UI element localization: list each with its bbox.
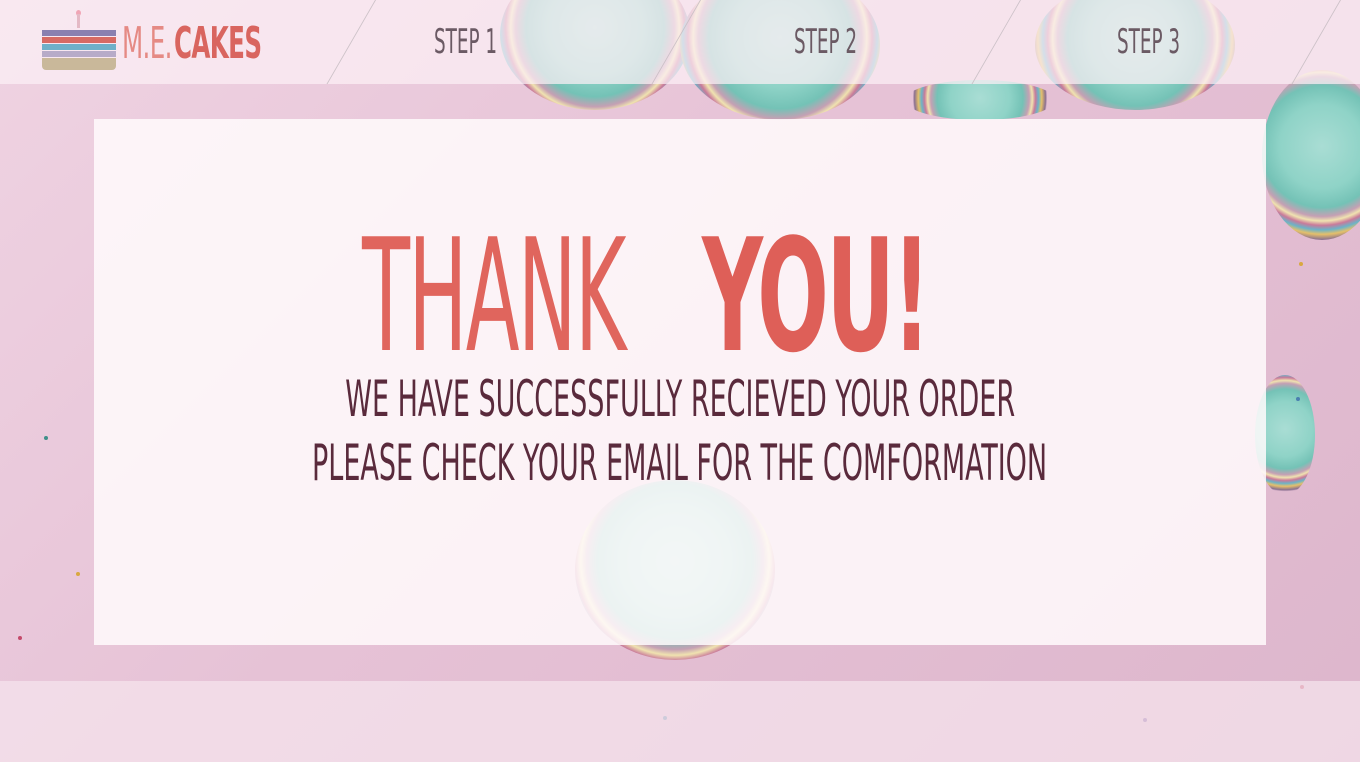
nav-divider [1291, 0, 1341, 84]
brand-thin: M.E. [122, 18, 172, 69]
nav-step-2[interactable]: STEP 2 [794, 22, 857, 62]
confirmation-message-line1: WE HAVE SUCCESSFULLY RECIEVED YOUR ORDER [345, 370, 1015, 428]
nav-divider [326, 0, 376, 84]
top-nav: M.E. CAKES STEP 1 STEP 2 STEP 3 [0, 0, 1360, 84]
footer-band [0, 681, 1360, 762]
nav-step-1[interactable]: STEP 1 [434, 22, 497, 62]
cake-logo-icon[interactable] [42, 10, 117, 72]
cupcake-image [1262, 70, 1360, 240]
heading-thin: THANK [362, 205, 626, 387]
brand-name[interactable]: M.E. CAKES [122, 18, 315, 69]
confirmation-message-line2: PLEASE CHECK YOUR EMAIL FOR THE COMFORMA… [312, 434, 1048, 492]
nav-step-3[interactable]: STEP 3 [1117, 22, 1180, 62]
nav-divider [651, 0, 701, 84]
thank-you-heading: THANK YOU! [362, 205, 1079, 387]
heading-bold: YOU! [702, 205, 931, 387]
nav-divider [971, 0, 1021, 84]
cupcake-image [905, 80, 1055, 120]
brand-bold: CAKES [174, 18, 262, 69]
